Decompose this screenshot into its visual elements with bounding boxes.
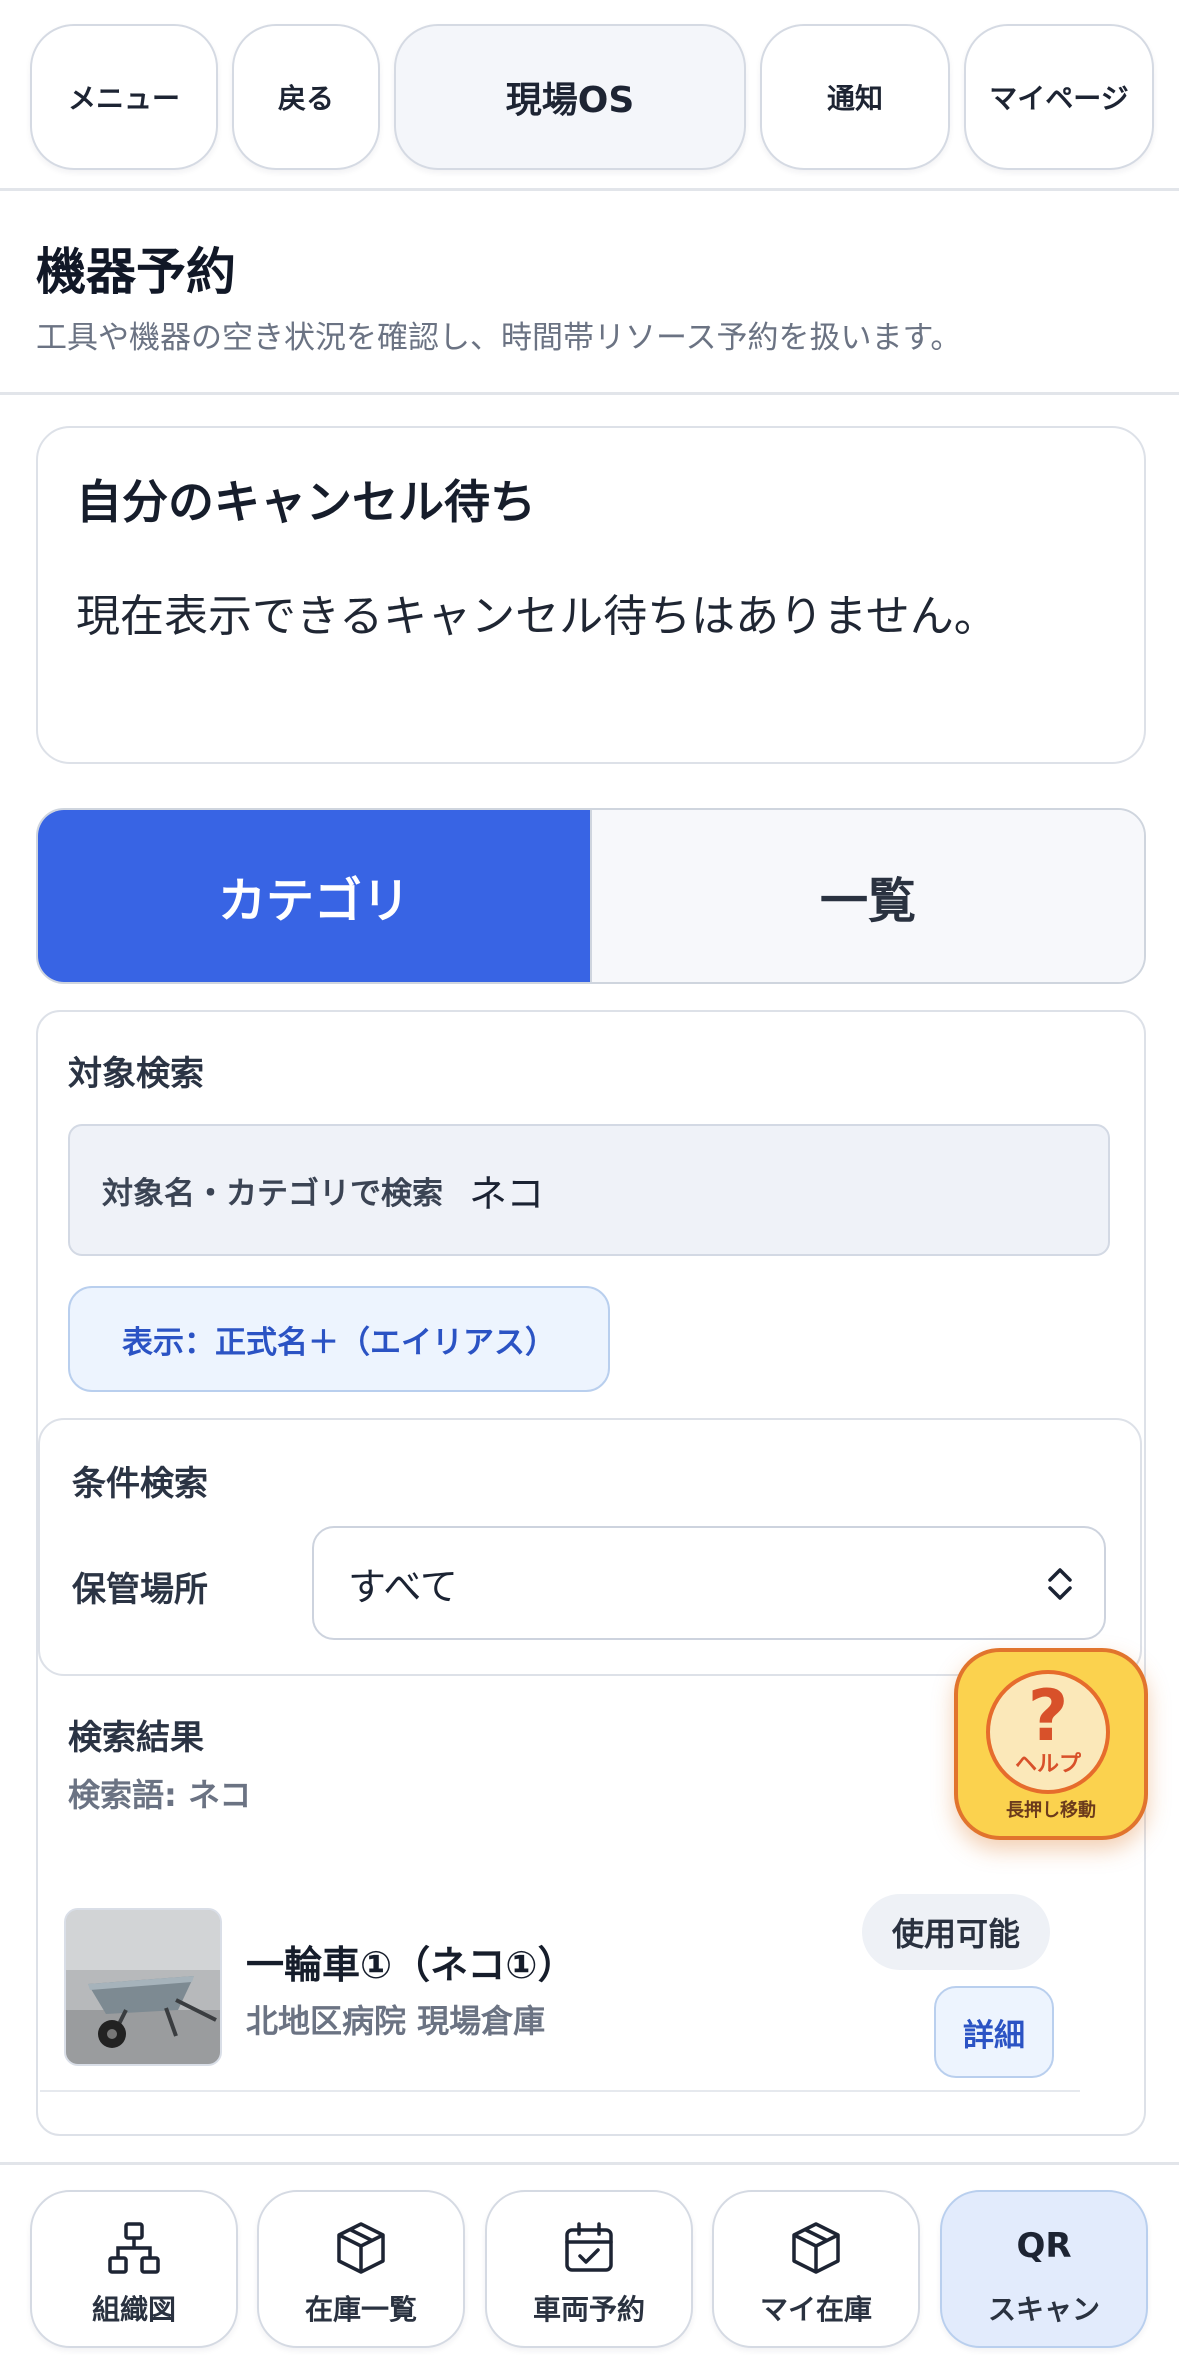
page-subtitle: 工具や機器の空き状況を確認し、時間帯リソース予約を扱います。	[36, 320, 962, 356]
calendar-check-icon	[565, 2222, 613, 2272]
search-field-label: 対象名・カテゴリで検索	[102, 1175, 443, 1212]
menu-button[interactable]: メニュー	[30, 24, 218, 170]
help-icon: ? ヘルプ	[986, 1670, 1110, 1794]
nav-qr-scan[interactable]: QR スキャン	[940, 2190, 1148, 2348]
results-label: 検索結果	[68, 1718, 204, 1758]
chevron-updown-icon	[1048, 1568, 1072, 1600]
search-input[interactable]: 対象名・カテゴリで検索 ネコ	[68, 1124, 1110, 1256]
tab-list[interactable]: 一覧	[590, 810, 1144, 982]
back-button[interactable]: 戻る	[232, 24, 380, 170]
nav-divider	[0, 2162, 1179, 2165]
box-icon	[337, 2222, 385, 2274]
nav-vehicle-booking[interactable]: 車両予約	[485, 2190, 693, 2348]
conditions-label: 条件検索	[72, 1464, 208, 1504]
waitlist-title: 自分のキャンセル待ち	[76, 475, 536, 529]
help-button[interactable]: ? ヘルプ 長押し移動	[954, 1648, 1148, 1840]
help-label: ヘルプ	[1014, 1752, 1081, 1777]
result-row-divider	[40, 2090, 1080, 2092]
nav-inventory[interactable]: 在庫一覧	[257, 2190, 465, 2348]
item-name[interactable]: 一輪車①（ネコ①）	[246, 1934, 576, 1989]
wheelbarrow-image	[66, 1910, 220, 2064]
waitlist-empty-message: 現在表示できるキャンセル待ちはありません。	[76, 591, 998, 642]
app-brand[interactable]: 現場OS	[394, 24, 746, 170]
item-location: 北地区病院 現場倉庫	[246, 2002, 546, 2040]
nav-org-chart[interactable]: 組織図	[30, 2190, 238, 2348]
tab-category[interactable]: カテゴリ	[38, 810, 590, 982]
results-query: 検索語: ネコ	[68, 1776, 252, 1814]
org-chart-icon	[108, 2222, 160, 2274]
notifications-button[interactable]: 通知	[760, 24, 950, 170]
location-select-value: すべて	[348, 1564, 458, 1609]
view-tabs: カテゴリ 一覧	[36, 808, 1146, 984]
page-title: 機器予約	[36, 243, 236, 301]
location-label: 保管場所	[72, 1570, 208, 1610]
status-badge: 使用可能	[862, 1894, 1050, 1970]
item-thumbnail	[64, 1908, 222, 2066]
search-value: ネコ	[469, 1171, 545, 1216]
detail-button[interactable]: 詳細	[934, 1986, 1054, 2078]
title-divider	[0, 392, 1179, 395]
location-select[interactable]: すべて	[312, 1526, 1106, 1640]
header-divider	[0, 188, 1179, 191]
nav-my-inventory[interactable]: マイ在庫	[712, 2190, 920, 2348]
display-mode-toggle[interactable]: 表示：正式名＋（エイリアス）	[68, 1286, 610, 1392]
box-icon	[792, 2222, 840, 2274]
mypage-button[interactable]: マイページ	[964, 24, 1154, 170]
help-hint: 長押し移動	[1006, 1800, 1096, 1821]
qr-icon: QR	[1016, 2226, 1072, 2266]
target-search-label: 対象検索	[68, 1054, 204, 1094]
